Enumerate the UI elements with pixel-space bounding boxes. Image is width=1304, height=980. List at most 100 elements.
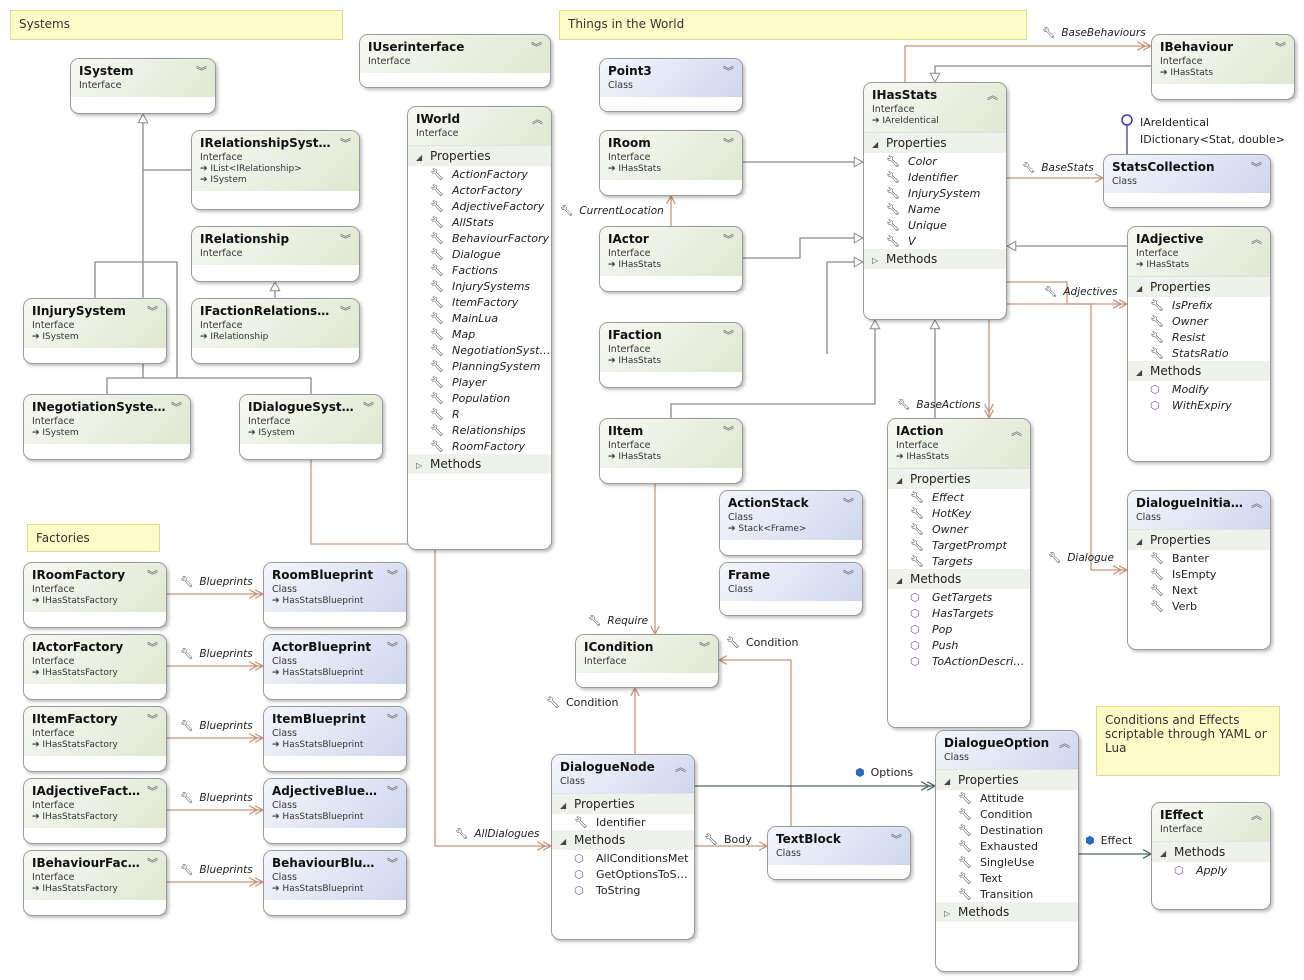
expand-chevron-icon[interactable]: ︾ [147,855,158,871]
member-item[interactable]: 🔧︎ TargetPrompt [888,537,1030,553]
section-methods[interactable]: ▷ Methods [936,902,1078,922]
class-box-iinjurysystem[interactable]: IInjurySystem Interface ➔ ISystem ︾ [23,298,167,364]
class-box-inegotiationsystem[interactable]: INegotiationSystem Interface ➔ ISystem ︾ [23,394,191,460]
member-item[interactable]: 🔧︎ Dialogue [408,246,551,262]
collapse-chevron-icon[interactable]: ︽ [1251,807,1262,823]
member-item[interactable]: 🔧︎ Factions [408,262,551,278]
expand-chevron-icon[interactable]: ︾ [340,135,351,151]
section-methods[interactable]: ◢ Methods [1128,361,1270,381]
member-item[interactable]: 🔧︎ Owner [1128,313,1270,329]
expand-chevron-icon[interactable]: ︾ [363,399,374,415]
member-item[interactable]: 🔧︎ Exhausted [936,838,1078,854]
member-item[interactable]: 🔧︎ Color [864,153,1006,169]
expand-chevron-icon[interactable]: ︾ [723,135,734,151]
class-box-actionstack[interactable]: ActionStack Class ➔ Stack<Frame> ︾ [719,490,863,556]
member-item[interactable]: 🔧︎ Transition [936,886,1078,902]
class-box-iitem[interactable]: IItem Interface ➔ IHasStats ︾ [599,418,743,484]
member-item[interactable]: 🔧︎ InjurySystem [864,185,1006,201]
expand-chevron-icon[interactable]: ︾ [387,639,398,655]
member-item[interactable]: 🔧︎ AllStats [408,214,551,230]
member-item[interactable]: 🔧︎ Banter [1128,550,1270,566]
member-item[interactable]: ⬡ GetOptionsToShow [552,866,694,882]
class-box-ieffect[interactable]: IEffect Interface ︽ ◢ Methods ⬡ Apply [1151,802,1271,910]
member-item[interactable]: 🔧︎ IsEmpty [1128,566,1270,582]
member-item[interactable]: 🔧︎ Population [408,390,551,406]
expand-chevron-icon[interactable]: ︾ [147,303,158,319]
collapse-chevron-icon[interactable]: ︽ [1251,231,1262,247]
expand-chevron-icon[interactable]: ︾ [147,639,158,655]
collapse-chevron-icon[interactable]: ︽ [1251,495,1262,511]
member-item[interactable]: ⬡ Apply [1152,862,1270,878]
class-box-textblock[interactable]: TextBlock Class ︾ [767,826,911,880]
class-box-idialoguesystem[interactable]: IDialogueSystem Interface ➔ ISystem ︾ [239,394,383,460]
member-item[interactable]: 🔧︎ Unique [864,217,1006,233]
expand-chevron-icon[interactable]: ︾ [699,639,710,655]
member-item[interactable]: ⬡ Modify [1128,381,1270,397]
class-box-iaction[interactable]: IAction Interface ➔ IHasStats ︽ ◢ Properties 🔧… [887,418,1031,728]
member-item[interactable]: ⬡ ToString [552,882,694,898]
member-item[interactable]: ⬡ AllConditionsMet [552,850,694,866]
member-item[interactable]: 🔧︎ ActionFactory [408,166,551,182]
class-box-adjectiveblueprint[interactable]: AdjectiveBlueprint Class ➔ HasStatsBluepri… [263,778,407,844]
member-item[interactable]: 🔧︎ R [408,406,551,422]
member-item[interactable]: 🔧︎ Verb [1128,598,1270,614]
expand-chevron-icon[interactable]: ︾ [843,495,854,511]
expand-chevron-icon[interactable]: ︾ [531,39,542,55]
section-properties[interactable]: ◢ Properties [864,133,1006,153]
class-box-dialoguenode[interactable]: DialogueNode Class ︽ ◢ Properties 🔧︎ Identifie… [551,754,695,940]
collapse-chevron-icon[interactable]: ︽ [1059,735,1070,751]
member-item[interactable]: ⬡ GetTargets [888,589,1030,605]
expand-chevron-icon[interactable]: ︾ [891,831,902,847]
section-properties[interactable]: ◢ Properties [552,794,694,814]
expand-chevron-icon[interactable]: ︾ [340,231,351,247]
member-item[interactable]: 🔧︎ Identifier [552,814,694,830]
class-box-iadjectivefactory[interactable]: IAdjectiveFactory Interface ➔ IHasStatsFac… [23,778,167,844]
section-properties[interactable]: ◢ Properties [408,146,551,166]
member-item[interactable]: 🔧︎ Name [864,201,1006,217]
member-item[interactable]: 🔧︎ InjurySystems [408,278,551,294]
expand-chevron-icon[interactable]: ︾ [340,303,351,319]
collapse-chevron-icon[interactable]: ︽ [532,111,543,127]
class-box-actorblueprint[interactable]: ActorBlueprint Class ➔ HasStatsBlueprint ︾ [263,634,407,700]
expand-chevron-icon[interactable]: ︾ [171,399,182,415]
expand-chevron-icon[interactable]: ︾ [1275,39,1286,55]
member-item[interactable]: 🔧︎ StatsRatio [1128,345,1270,361]
member-item[interactable]: 🔧︎ Next [1128,582,1270,598]
expand-chevron-icon[interactable]: ︾ [147,567,158,583]
member-item[interactable]: 🔧︎ IsPrefix [1128,297,1270,313]
expand-chevron-icon[interactable]: ︾ [387,783,398,799]
member-item[interactable]: 🔧︎ MainLua [408,310,551,326]
section-methods[interactable]: ▷ Methods [408,454,551,474]
class-box-iroomfactory[interactable]: IRoomFactory Interface ➔ IHasStatsFactory ︾ [23,562,167,628]
member-item[interactable]: 🔧︎ Map [408,326,551,342]
expand-chevron-icon[interactable]: ︾ [387,855,398,871]
member-item[interactable]: 🔧︎ NegotiationSystems [408,342,551,358]
expand-chevron-icon[interactable]: ︾ [723,327,734,343]
member-item[interactable]: ⬡ Push [888,637,1030,653]
class-box-point3[interactable]: Point3 Class ︾ [599,58,743,112]
expand-chevron-icon[interactable]: ︾ [1251,159,1262,175]
member-item[interactable]: 🔧︎ Condition [936,806,1078,822]
class-box-ibehaviour[interactable]: IBehaviour Interface ➔ IHasStats ︾ [1151,34,1295,100]
section-properties[interactable]: ◢ Properties [936,770,1078,790]
member-item[interactable]: 🔧︎ RoomFactory [408,438,551,454]
expand-chevron-icon[interactable]: ︾ [723,63,734,79]
expand-chevron-icon[interactable]: ︾ [387,711,398,727]
member-item[interactable]: 🔧︎ Effect [888,489,1030,505]
class-box-iitemfactory[interactable]: IItemFactory Interface ➔ IHasStatsFactory ︾ [23,706,167,772]
class-box-dialogueoption[interactable]: DialogueOption Class ︽ ◢ Properties 🔧︎ Attitud… [935,730,1079,972]
member-item[interactable]: ⬡ WithExpiry [1128,397,1270,413]
expand-chevron-icon[interactable]: ︾ [147,783,158,799]
member-item[interactable]: 🔧︎ Identifier [864,169,1006,185]
member-item[interactable]: 🔧︎ Player [408,374,551,390]
class-box-isystem[interactable]: ISystem Interface ︾ [70,58,216,114]
class-box-itemblueprint[interactable]: ItemBlueprint Class ➔ HasStatsBlueprint ︾ [263,706,407,772]
class-box-iroom[interactable]: IRoom Interface ➔ IHasStats ︾ [599,130,743,196]
class-box-iactor[interactable]: IActor Interface ➔ IHasStats ︾ [599,226,743,292]
class-box-statscollection[interactable]: StatsCollection Class ︾ [1103,154,1271,208]
member-item[interactable]: 🔧︎ Text [936,870,1078,886]
member-item[interactable]: 🔧︎ AdjectiveFactory [408,198,551,214]
member-item[interactable]: 🔧︎ Resist [1128,329,1270,345]
collapse-chevron-icon[interactable]: ︽ [1011,423,1022,439]
member-item[interactable]: 🔧︎ Owner [888,521,1030,537]
